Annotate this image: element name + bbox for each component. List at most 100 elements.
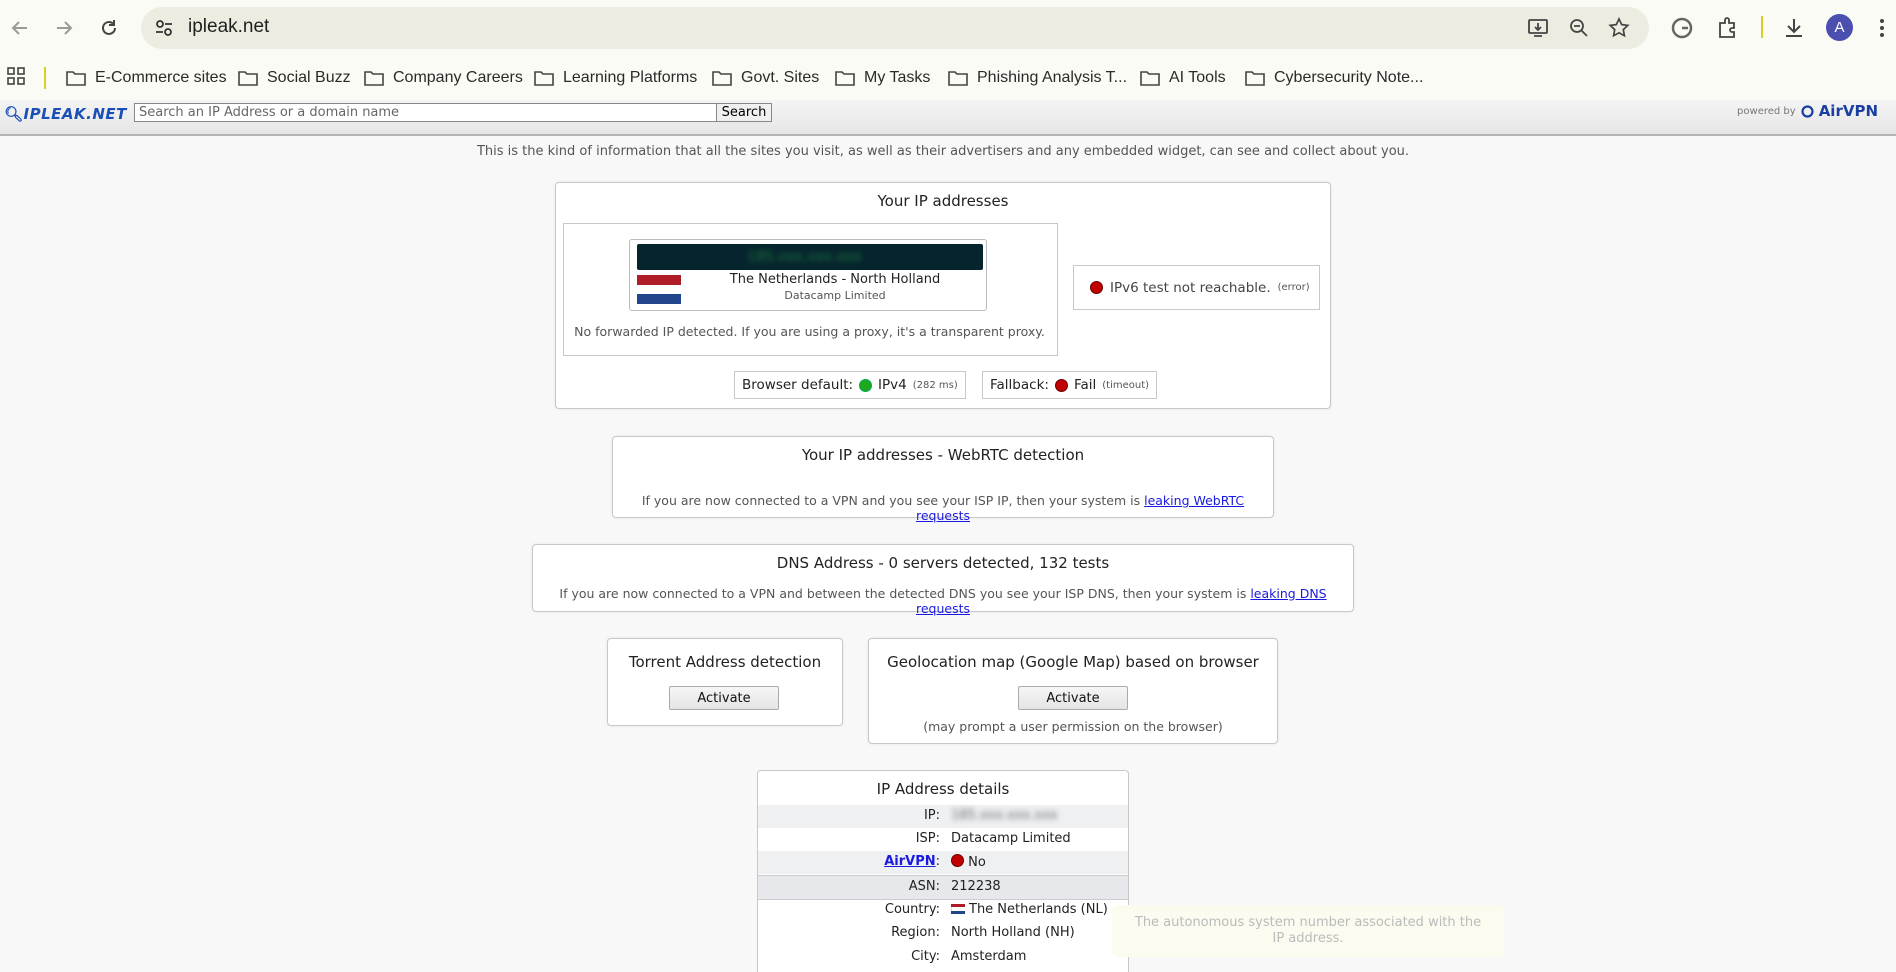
- error-status-icon: [1054, 378, 1068, 392]
- geolocation-note: (may prompt a user permission on the bro…: [923, 719, 1223, 734]
- browser-default-detail: (282 ms): [912, 379, 958, 391]
- panel-title: Your IP addresses - WebRTC detection: [801, 446, 1085, 464]
- bookmark-label: AI Tools: [1169, 69, 1226, 86]
- details-key: ASN:: [908, 879, 940, 894]
- bookmark-folder[interactable]: Phishing Analysis T...: [948, 64, 1127, 92]
- browser-default-pill: Browser default: IPv4 (282 ms): [734, 371, 966, 399]
- site-logo[interactable]: 🔍︎IPLEAK.NET: [4, 105, 127, 123]
- browser-default-value: IPv4: [878, 377, 907, 393]
- bookmark-folder[interactable]: Govt. Sites: [712, 64, 819, 92]
- forward-button[interactable]: [49, 13, 79, 43]
- folder-icon: [238, 71, 258, 86]
- details-value: No: [951, 854, 986, 870]
- forward-arrow-icon: [57, 21, 73, 35]
- bookmark-folder[interactable]: E-Commerce sites: [66, 64, 227, 92]
- dns-note: If you are now connected to a VPN and be…: [533, 586, 1353, 616]
- ip-value: 185.xxx.xxx.xxx: [747, 249, 862, 265]
- downloads-icon[interactable]: [1780, 14, 1808, 42]
- back-button[interactable]: [5, 13, 35, 43]
- webrtc-panel: Your IP addresses - WebRTC detection If …: [612, 436, 1274, 523]
- airvpn-logo-icon: [1801, 104, 1814, 118]
- bookmark-label: Social Buzz: [267, 69, 351, 86]
- powered-by[interactable]: powered by AirVPN: [1737, 102, 1878, 120]
- bookmark-folder[interactable]: Company Careers: [364, 64, 523, 92]
- fallback-value: Fail: [1073, 377, 1097, 393]
- ip-value-bar[interactable]: 185.xxx.xxx.xxx: [637, 244, 983, 270]
- powered-by-brand: AirVPN: [1818, 102, 1878, 120]
- details-row: AirVPN: No: [758, 851, 1128, 874]
- success-status-icon: [859, 378, 873, 392]
- ipv6-result: IPv6 test not reachable. (error): [1073, 265, 1320, 310]
- address-bar[interactable]: ipleak.net: [141, 7, 1649, 49]
- bookmark-label: Govt. Sites: [741, 69, 820, 86]
- ip-search-input[interactable]: [134, 103, 724, 122]
- webrtc-note: If you are now connected to a VPN and yo…: [613, 493, 1273, 523]
- reload-button[interactable]: [94, 13, 124, 43]
- bookmark-folder[interactable]: Cybersecurity Note...: [1245, 64, 1423, 92]
- details-row: Region: North Holland (NH): [758, 922, 1128, 945]
- details-key-airvpn: AirVPN:: [884, 854, 940, 869]
- webrtc-note-text: If you are now connected to a VPN and yo…: [641, 493, 1141, 508]
- ip-provider: Datacamp Limited: [784, 289, 886, 302]
- details-row: City: Amsterdam: [758, 946, 1128, 969]
- details-value: 212238: [951, 879, 1001, 894]
- ip-location: The Netherlands - North Holland: [729, 272, 941, 287]
- browser-menu-icon[interactable]: [1868, 14, 1896, 42]
- fallback-label: Fallback:: [990, 377, 1049, 393]
- toolbar-separator: [1761, 16, 1763, 38]
- details-key: Region:: [891, 925, 940, 940]
- netherlands-flag-icon: [951, 904, 965, 914]
- geolocation-activate-button[interactable]: Activate: [1018, 686, 1128, 710]
- torrent-activate-button[interactable]: Activate: [669, 686, 779, 710]
- error-status-icon: [951, 854, 964, 867]
- profile-avatar[interactable]: A: [1826, 14, 1853, 41]
- details-key: Country:: [884, 902, 940, 917]
- browser-default-label: Browser default:: [742, 377, 854, 393]
- panel-title: Geolocation map (Google Map) based on br…: [887, 653, 1259, 671]
- zoom-icon[interactable]: [1567, 16, 1591, 40]
- search-button[interactable]: Search: [716, 103, 772, 122]
- fallback-detail: (timeout): [1102, 379, 1150, 391]
- url-text[interactable]: ipleak.net: [188, 16, 269, 38]
- bookmarks-separator: [44, 67, 46, 89]
- airvpn-link[interactable]: AirVPN: [884, 854, 935, 869]
- bookmark-label: Phishing Analysis T...: [977, 69, 1128, 86]
- site-settings-icon[interactable]: [153, 17, 175, 39]
- ipv6-status-detail: (error): [1277, 282, 1310, 293]
- bookmark-star-icon[interactable]: [1607, 16, 1631, 40]
- magnifier-logo-icon: 🔍︎: [4, 105, 24, 123]
- dns-note-text: If you are now connected to a VPN and be…: [559, 586, 1247, 601]
- panel-title: DNS Address - 0 servers detected, 132 te…: [776, 554, 1110, 572]
- details-value: The Netherlands (NL): [951, 902, 1108, 917]
- details-key: City:: [911, 949, 940, 964]
- extensions-puzzle-icon[interactable]: [1714, 14, 1742, 42]
- bookmark-folder[interactable]: My Tasks: [835, 64, 930, 92]
- folder-icon: [1245, 71, 1265, 86]
- reload-icon: [102, 20, 116, 35]
- details-value: Datacamp Limited: [951, 831, 1071, 846]
- grammarly-extension-icon[interactable]: [1668, 14, 1696, 42]
- ip-card: 185.xxx.xxx.xxx The Netherlands - North …: [629, 239, 987, 311]
- country-value: The Netherlands (NL): [969, 902, 1108, 917]
- airvpn-status: No: [968, 855, 986, 870]
- panel-title: Your IP addresses: [877, 192, 1009, 210]
- site-header: 🔍︎IPLEAK.NET Search powered by AirVPN: [0, 100, 1896, 136]
- bookmark-folder[interactable]: AI Tools: [1140, 64, 1226, 92]
- details-row-highlighted[interactable]: ASN: 212238: [758, 875, 1128, 900]
- bookmark-label: Company Careers: [393, 69, 523, 86]
- apps-grid-icon[interactable]: [7, 67, 25, 85]
- details-key: IP:: [923, 808, 940, 823]
- browser-toolbar: ipleak.net A: [0, 0, 1896, 56]
- folder-icon: [835, 71, 855, 86]
- details-row: IP: 185.xxx.xxx.xxx: [758, 805, 1128, 828]
- install-app-icon[interactable]: [1526, 16, 1550, 40]
- back-arrow-icon: [11, 21, 27, 35]
- torrent-panel: Torrent Address detection Activate: [607, 638, 843, 726]
- details-row: Country: The Netherlands (NL): [758, 899, 1128, 922]
- details-key: ISP:: [915, 831, 940, 846]
- bookmark-label: E-Commerce sites: [95, 69, 227, 86]
- bookmark-folder[interactable]: Learning Platforms: [534, 64, 697, 92]
- panel-title: Torrent Address detection: [628, 653, 822, 671]
- bookmark-folder[interactable]: Social Buzz: [238, 64, 351, 92]
- error-status-icon: [1090, 281, 1103, 294]
